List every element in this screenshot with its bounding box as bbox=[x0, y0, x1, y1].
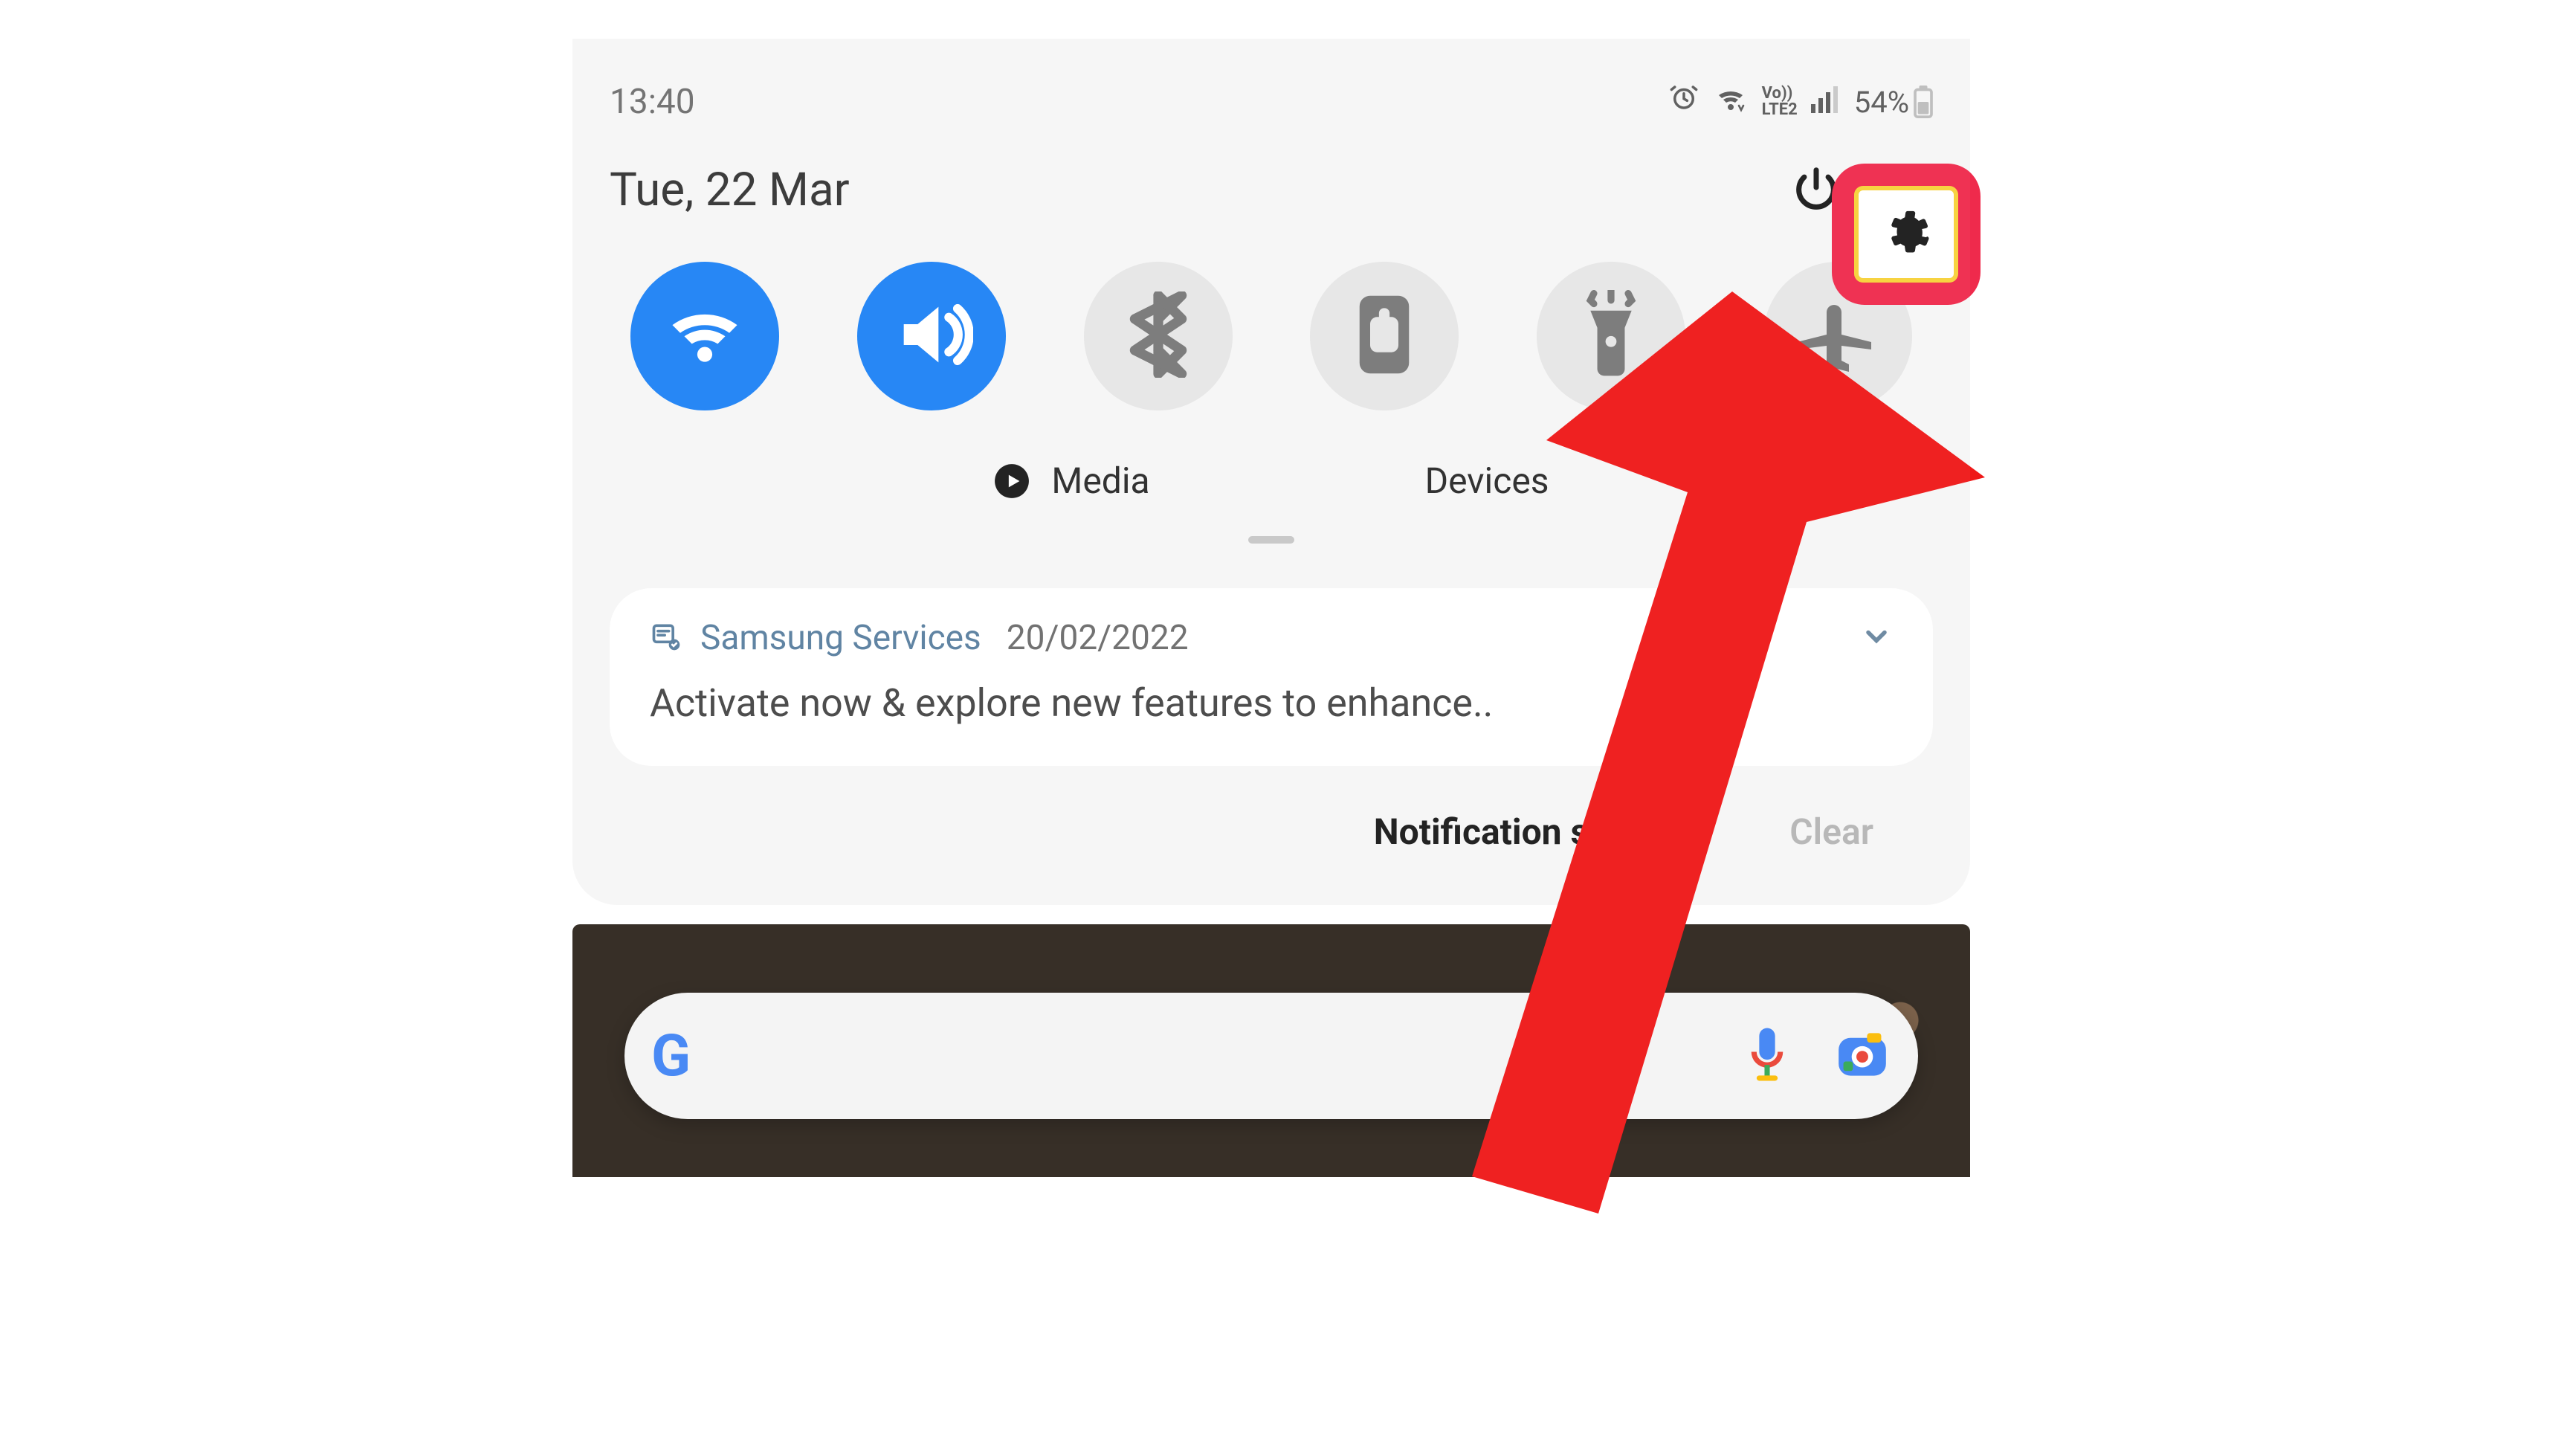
home-wallpaper: G bbox=[572, 924, 1970, 1177]
notification-card[interactable]: Samsung Services 20/02/2022 Activate now… bbox=[610, 588, 1933, 766]
speaker-icon bbox=[890, 293, 973, 379]
toggle-bluetooth[interactable] bbox=[1084, 262, 1233, 410]
media-output-button[interactable]: Media bbox=[993, 460, 1149, 502]
wifi-icon bbox=[664, 300, 746, 372]
rotation-lock-icon bbox=[1352, 292, 1416, 380]
signal-icon bbox=[1811, 82, 1841, 122]
shade-date: Tue, 22 Mar bbox=[610, 163, 850, 217]
bluetooth-icon bbox=[1126, 291, 1190, 381]
toggle-wifi[interactable] bbox=[630, 262, 779, 410]
notification-settings-button[interactable]: Notification settings bbox=[1374, 811, 1701, 853]
gear-icon bbox=[1880, 207, 1932, 262]
status-time: 13:40 bbox=[610, 82, 695, 122]
toggle-sound[interactable] bbox=[857, 262, 1006, 410]
phone-frame: 13:40 Vo))LTE2 54% bbox=[572, 39, 1970, 1414]
annotation-highlight bbox=[1832, 164, 1981, 305]
volte-indicator: Vo))LTE2 bbox=[1762, 86, 1798, 118]
app-badge-icon bbox=[650, 620, 682, 656]
media-label: Media bbox=[1051, 460, 1149, 502]
alarm-icon bbox=[1668, 82, 1699, 122]
lens-button[interactable] bbox=[1833, 1028, 1891, 1083]
google-logo-icon: G bbox=[651, 1022, 691, 1090]
devices-label: Devices bbox=[1425, 460, 1549, 502]
quick-toggles bbox=[610, 262, 1933, 410]
google-search-bar[interactable]: G bbox=[624, 993, 1918, 1119]
drag-handle[interactable] bbox=[1248, 536, 1294, 544]
devices-button[interactable]: Devices bbox=[1239, 460, 1549, 502]
wifi-icon bbox=[1713, 82, 1749, 122]
status-bar: 13:40 Vo))LTE2 54% bbox=[610, 76, 1933, 128]
play-icon bbox=[993, 463, 1030, 500]
media-devices-row: Media Devices bbox=[610, 460, 1933, 502]
clear-notifications-button[interactable]: Clear bbox=[1789, 811, 1873, 853]
toggle-flashlight[interactable] bbox=[1537, 262, 1685, 410]
notification-shade: 13:40 Vo))LTE2 54% bbox=[572, 39, 1970, 905]
battery-percent: 54% bbox=[1854, 85, 1909, 120]
voice-search-button[interactable] bbox=[1746, 1025, 1789, 1086]
flashlight-icon bbox=[1575, 290, 1647, 382]
shade-actions: Notification settings Clear bbox=[610, 766, 1933, 875]
notification-body: Activate now & explore new features to e… bbox=[650, 680, 1893, 726]
shade-header: Tue, 22 Mar bbox=[610, 161, 1933, 219]
notification-date: 20/02/2022 bbox=[1007, 618, 1189, 658]
notification-app-name: Samsung Services bbox=[700, 618, 981, 658]
battery-indicator: 54% bbox=[1854, 85, 1933, 120]
expand-notification-button[interactable] bbox=[1860, 620, 1893, 656]
toggle-rotation-lock[interactable] bbox=[1310, 262, 1459, 410]
